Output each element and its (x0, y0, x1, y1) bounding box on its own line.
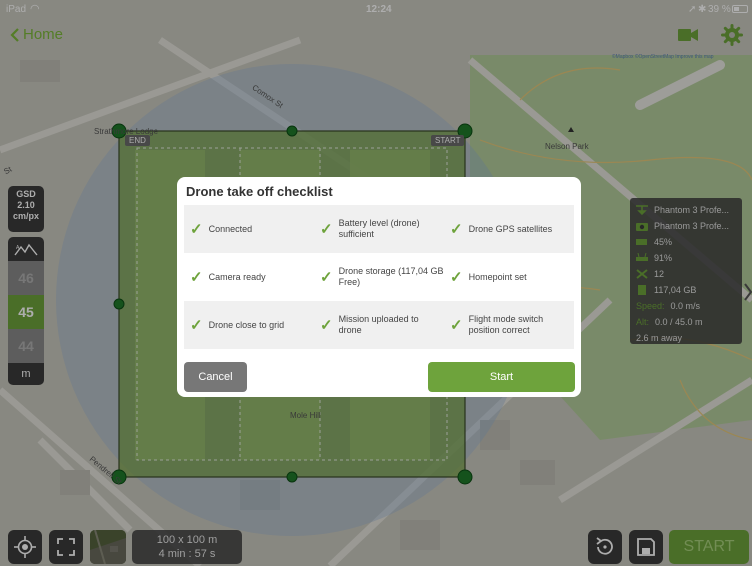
dialog-title: Drone take off checklist (186, 184, 333, 199)
takeoff-checklist-dialog: Drone take off checklist ✓ Connected ✓ Bat… (177, 177, 581, 397)
checklist-row: ✓ Drone close to grid ✓ Mission uploaded t… (184, 301, 574, 349)
start-button[interactable]: Start (428, 362, 575, 392)
check-label: Camera ready (208, 271, 266, 282)
check-label: Connected (208, 223, 253, 234)
check-homepoint: ✓ Homepoint set (444, 253, 574, 301)
check-label: Homepoint set (468, 271, 527, 282)
checklist-row: ✓ Connected ✓ Battery level (drone) suffic… (184, 205, 574, 253)
check-close-to-grid: ✓ Drone close to grid (184, 301, 314, 349)
checkmark-icon: ✓ (320, 220, 333, 238)
check-label: Mission uploaded to drone (338, 314, 419, 335)
check-label: Drone storage (117,04 GB Free) (338, 266, 444, 287)
checkmark-icon: ✓ (320, 268, 333, 286)
checklist-row: ✓ Camera ready ✓ Drone storage (117,04 GB … (184, 253, 574, 301)
check-battery: ✓ Battery level (drone) sufficient (314, 205, 444, 253)
check-camera: ✓ Camera ready (184, 253, 314, 301)
checkmark-icon: ✓ (450, 268, 463, 286)
checkmark-icon: ✓ (320, 316, 333, 334)
check-flight-mode: ✓ Flight mode switch position correct (444, 301, 574, 349)
checkmark-icon: ✓ (450, 316, 463, 334)
checkmark-icon: ✓ (190, 268, 203, 286)
checklist: ✓ Connected ✓ Battery level (drone) suffic… (184, 205, 574, 349)
check-label: Flight mode switch position correct (468, 314, 544, 335)
check-gps: ✓ Drone GPS satellites (444, 205, 574, 253)
check-label: Drone GPS satellites (468, 223, 553, 234)
checkmark-icon: ✓ (190, 316, 203, 334)
cancel-button[interactable]: Cancel (184, 362, 247, 392)
checkmark-icon: ✓ (450, 220, 463, 238)
check-label: Drone close to grid (208, 319, 285, 330)
check-storage: ✓ Drone storage (117,04 GB Free) (314, 253, 444, 301)
check-label: Battery level (drone) sufficient (338, 218, 420, 239)
checkmark-icon: ✓ (190, 220, 203, 238)
check-mission-uploaded: ✓ Mission uploaded to drone (314, 301, 444, 349)
check-connected: ✓ Connected (184, 205, 314, 253)
